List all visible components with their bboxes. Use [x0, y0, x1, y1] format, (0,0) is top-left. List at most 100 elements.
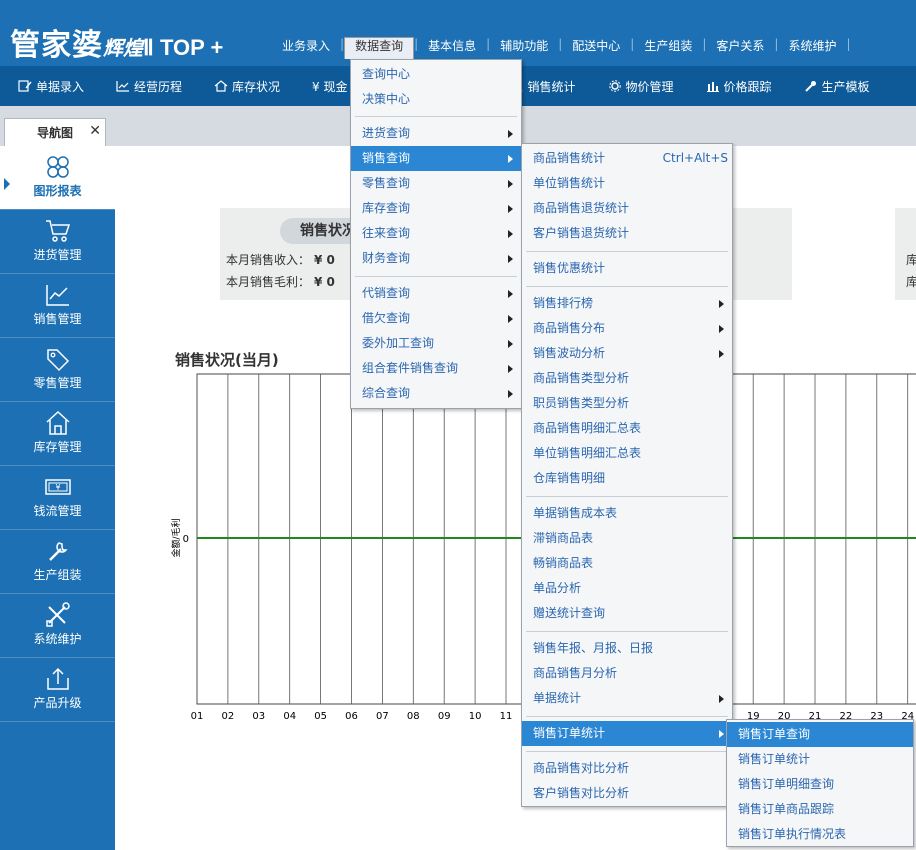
sidebar-item-cashflow[interactable]: ¥ 钱流管理: [0, 466, 115, 530]
tag-icon: [44, 346, 72, 372]
sales-query-menu-item[interactable]: 仓库销售明细: [522, 466, 732, 491]
menu-item-label: 委外加工查询: [362, 336, 435, 350]
data-query-menu-item[interactable]: 综合查询: [351, 381, 521, 406]
toolbar-price-mgmt[interactable]: 物价管理: [608, 78, 674, 95]
top-nav-data-query[interactable]: 数据查询: [344, 37, 415, 59]
sales-query-menu-item[interactable]: 单品分析: [522, 576, 732, 601]
data-query-menu-item[interactable]: 销售查询: [351, 146, 521, 171]
sales-query-menu-item[interactable]: 销售波动分析: [522, 341, 732, 366]
menu-separator: [355, 116, 517, 117]
menu-item-label: 借欠查询: [362, 311, 411, 325]
top-nav-production[interactable]: 生产组装: [634, 37, 702, 59]
menu-item-label: 客户销售对比分析: [533, 786, 630, 800]
data-query-menu: 查询中心 决策中心进货查询销售查询零售查询库存查询往来查询 财务查询代销查询借欠查询…: [350, 59, 522, 409]
sales-query-menu-item[interactable]: 销售年报、月报、日报: [522, 636, 732, 661]
sales-query-menu-item[interactable]: 客户销售退货统计: [522, 221, 732, 246]
top-nav-business-entry[interactable]: 业务录入: [272, 37, 340, 59]
sidebar-item-inventory[interactable]: 库存管理: [0, 402, 115, 466]
bar-chart-icon: [706, 80, 720, 92]
tools-icon: [44, 602, 72, 628]
sales-order-menu-item[interactable]: 销售订单明细查询: [727, 772, 913, 797]
toolbar-label: 生产模板: [821, 79, 870, 94]
submenu-arrow-icon: [719, 325, 724, 333]
sidebar-item-system[interactable]: 系统维护: [0, 594, 115, 658]
sales-query-menu-item[interactable]: 销售排行榜: [522, 291, 732, 316]
data-query-menu-item[interactable]: 库存查询: [351, 196, 521, 221]
sidebar-item-production[interactable]: 生产组装: [0, 530, 115, 594]
menu-item-label: 库存查询: [362, 201, 411, 215]
sales-order-menu-item[interactable]: 销售订单执行情况表: [727, 822, 913, 847]
sales-query-menu-item[interactable]: 商品销售月分析: [522, 661, 732, 686]
income-value: ¥ 0: [314, 253, 335, 267]
data-query-menu-item[interactable]: 零售查询: [351, 171, 521, 196]
menu-item-label: 商品销售分布: [533, 321, 606, 335]
line-chart-icon: [44, 282, 72, 308]
data-query-menu-item[interactable]: 借欠查询: [351, 306, 521, 331]
cart-icon: [44, 218, 72, 244]
sales-query-menu-item[interactable]: 滞销商品表: [522, 526, 732, 551]
top-nav-customer[interactable]: 客户关系: [706, 37, 774, 59]
data-query-menu-item[interactable]: 委外加工查询: [351, 331, 521, 356]
sales-query-menu-item[interactable]: 销售优惠统计: [522, 256, 732, 281]
sales-order-menu-item[interactable]: 销售订单查询: [727, 722, 913, 747]
menu-item-label: 零售查询: [362, 176, 411, 190]
sidebar-item-upgrade[interactable]: 产品升级: [0, 658, 115, 722]
submenu-arrow-icon: [508, 130, 513, 138]
sidebar-item-sales[interactable]: 销售管理: [0, 274, 115, 338]
sales-query-menu-item[interactable]: 畅销商品表: [522, 551, 732, 576]
sales-query-menu-item[interactable]: 单据统计: [522, 686, 732, 711]
sales-order-menu-item[interactable]: 销售订单统计: [727, 747, 913, 772]
profit-row: 本月销售毛利： ¥ 0: [226, 273, 335, 290]
menu-separator: [355, 276, 517, 277]
sales-query-menu-item[interactable]: 商品销售明细汇总表: [522, 416, 732, 441]
menu-item-label: 单位销售统计: [533, 176, 606, 190]
sidebar-item-purchase[interactable]: 进货管理: [0, 210, 115, 274]
menu-item-label: 销售查询: [362, 151, 411, 165]
sidebar-item-retail[interactable]: 零售管理: [0, 338, 115, 402]
tab-navigation-map[interactable]: 导航图 ✕: [4, 118, 106, 146]
toolbar-cash[interactable]: ¥ 现金: [312, 78, 347, 95]
sales-query-menu-item[interactable]: 销售订单统计: [522, 721, 732, 746]
toolbar-history[interactable]: 经营历程: [116, 78, 182, 95]
sales-query-menu-item[interactable]: 商品销售类型分析: [522, 366, 732, 391]
sidebar-item-graphic-reports[interactable]: 图形报表: [0, 146, 115, 210]
menu-item-label: 单据统计: [533, 691, 582, 705]
top-nav-distribution[interactable]: 配送中心: [562, 37, 630, 59]
sales-query-menu-item[interactable]: 单位销售明细汇总表: [522, 441, 732, 466]
toolbar-inventory-status[interactable]: 库存状况: [214, 78, 280, 95]
money-icon: ¥: [44, 474, 72, 500]
sales-order-menu-item[interactable]: 销售订单商品跟踪: [727, 797, 913, 822]
sales-query-menu-item[interactable]: 客户销售对比分析: [522, 781, 732, 806]
logo-edition: 辉煌: [103, 36, 143, 60]
tab-close-icon[interactable]: ✕: [89, 123, 101, 139]
top-nav-basic-info[interactable]: 基本信息: [418, 37, 486, 59]
data-query-menu-item[interactable]: 财务查询: [351, 246, 521, 271]
inventory-label: 库: [906, 275, 916, 289]
data-query-menu-item[interactable]: 代销查询: [351, 281, 521, 306]
toolbar-production-template[interactable]: 生产模板: [804, 78, 870, 95]
submenu-arrow-icon: [508, 205, 513, 213]
x-tick-label: 03: [252, 711, 265, 722]
x-tick-label: 04: [283, 711, 296, 722]
toolbar-document-entry[interactable]: 单据录入: [18, 78, 84, 95]
sales-query-menu-item[interactable]: 单据销售成本表: [522, 501, 732, 526]
sales-query-menu-item[interactable]: 单位销售统计: [522, 171, 732, 196]
sales-query-menu-item[interactable]: 商品销售统计 Ctrl+Alt+S: [522, 146, 732, 171]
sales-query-menu-item[interactable]: 商品销售分布: [522, 316, 732, 341]
menu-separator: [526, 251, 728, 252]
clover-icon: [44, 154, 72, 180]
data-query-menu-item[interactable]: 进货查询: [351, 121, 521, 146]
menu-item-label: 职员销售类型分析: [533, 396, 630, 410]
data-query-menu-item[interactable]: 决策中心: [351, 87, 521, 112]
menu-item-label: 商品销售明细汇总表: [533, 421, 642, 435]
data-query-menu-item[interactable]: 查询中心: [351, 62, 521, 87]
data-query-menu-item[interactable]: 组合套件销售查询: [351, 356, 521, 381]
data-query-menu-item[interactable]: 往来查询: [351, 221, 521, 246]
sales-query-menu-item[interactable]: 赠送统计查询: [522, 601, 732, 626]
sales-query-menu-item[interactable]: 商品销售对比分析: [522, 756, 732, 781]
sales-query-menu-item[interactable]: 职员销售类型分析: [522, 391, 732, 416]
top-nav-aux-functions[interactable]: 辅助功能: [490, 37, 558, 59]
top-nav-system[interactable]: 系统维护: [778, 37, 846, 59]
toolbar-price-tracking[interactable]: 价格跟踪: [706, 78, 772, 95]
sales-query-menu-item[interactable]: 商品销售退货统计: [522, 196, 732, 221]
